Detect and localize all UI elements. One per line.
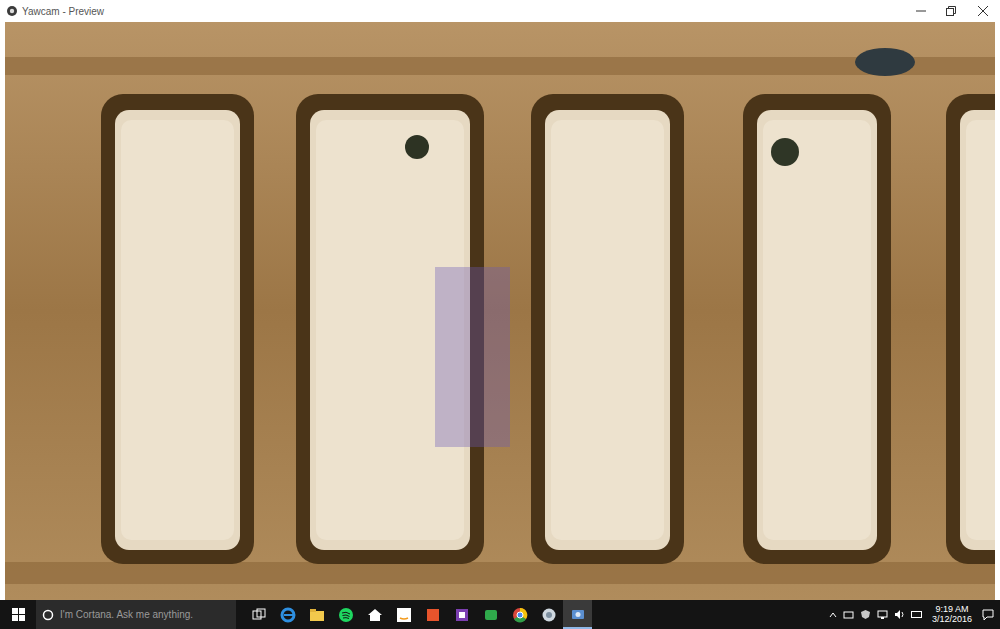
title-bar: Yawcam - Preview: [0, 0, 1000, 22]
taskbar-app[interactable]: [331, 600, 360, 629]
app-icon: [483, 607, 499, 623]
shield-icon[interactable]: [860, 609, 871, 620]
taskbar-app[interactable]: [505, 600, 534, 629]
window-title: Yawcam - Preview: [22, 4, 104, 19]
taskbar-app[interactable]: [447, 600, 476, 629]
edge-icon: [280, 607, 296, 623]
windows-icon: [12, 608, 25, 621]
camera-tray-icon[interactable]: [843, 609, 854, 620]
taskbar-app[interactable]: [244, 600, 273, 629]
yawcam-icon: [570, 606, 586, 622]
minimize-icon: [916, 6, 926, 16]
system-tray: [829, 609, 928, 620]
globe-icon: [541, 607, 557, 623]
search-box[interactable]: I'm Cortana. Ask me anything.: [36, 600, 236, 629]
taskbar-app[interactable]: [302, 600, 331, 629]
camera-preview: [0, 22, 1000, 600]
notification-icon: [982, 609, 994, 621]
file-explorer-icon: [309, 607, 325, 623]
amazon-icon: [396, 607, 412, 623]
show-hidden-icons-icon[interactable]: [829, 611, 837, 619]
cortana-icon: [42, 609, 54, 621]
office-icon: [425, 607, 441, 623]
task-view-icon: [251, 607, 267, 623]
network-icon[interactable]: [877, 609, 888, 620]
clock[interactable]: 9:19 AM3/12/2016: [928, 605, 976, 625]
clock-date: 3/12/2016: [932, 615, 972, 625]
taskbar-app[interactable]: [389, 600, 418, 629]
close-icon: [978, 6, 988, 16]
taskbar-app[interactable]: [273, 600, 302, 629]
yawcam-app-icon: [6, 5, 18, 17]
close-button[interactable]: [966, 0, 1000, 22]
maximize-button[interactable]: [936, 0, 966, 22]
home-icon: [367, 607, 383, 623]
onenote-icon: [454, 607, 470, 623]
taskbar-app[interactable]: [360, 600, 389, 629]
clock-time: 9:19 AM: [935, 605, 968, 615]
restore-icon: [946, 6, 956, 16]
coin-photo: [5, 22, 995, 600]
chrome-icon: [512, 607, 528, 623]
keyboard-icon[interactable]: [911, 609, 922, 620]
yawcam-preview-window: Yawcam - Preview I'm Cortana. Ask me anyt…: [0, 0, 1000, 629]
search-placeholder: I'm Cortana. Ask me anything.: [60, 607, 193, 622]
taskbar-app[interactable]: [418, 600, 447, 629]
taskbar-app[interactable]: [563, 600, 592, 629]
taskbar: I'm Cortana. Ask me anything. 9:19 AM3/12…: [0, 600, 1000, 629]
start-button[interactable]: [0, 600, 36, 629]
taskbar-app[interactable]: [534, 600, 563, 629]
volume-icon[interactable]: [894, 609, 905, 620]
minimize-button[interactable]: [906, 0, 936, 22]
taskbar-app[interactable]: [476, 600, 505, 629]
action-center-button[interactable]: [976, 600, 1000, 629]
spotify-icon: [338, 607, 354, 623]
